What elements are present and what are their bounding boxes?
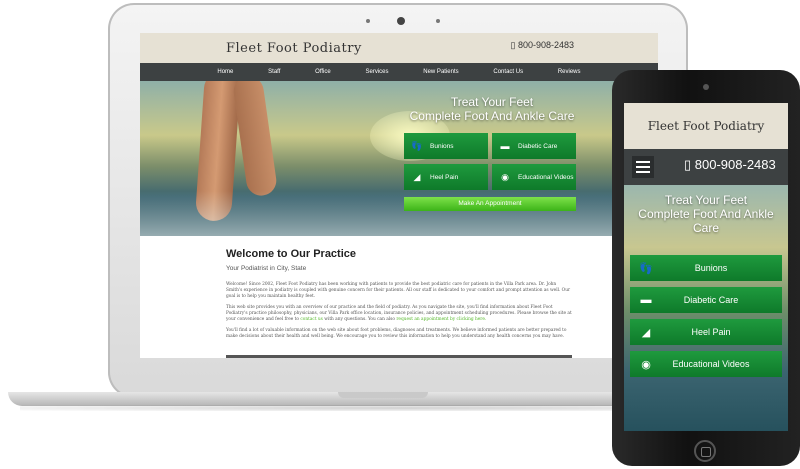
welcome-title: Welcome to Our Practice bbox=[226, 248, 357, 260]
info-paragraph: You'll find a lot of valuable informatio… bbox=[226, 328, 567, 339]
mobile-hero: Treat Your Feet Complete Foot And Ankle … bbox=[624, 185, 788, 431]
shoe-icon: ▬ bbox=[640, 294, 652, 306]
hero-title-line1: Treat Your Feet bbox=[450, 95, 534, 109]
main-nav: Home Staff Office Services New Patients … bbox=[140, 63, 658, 81]
service-label: Diabetic Care bbox=[683, 295, 739, 305]
mobile-hero-title-line1: Treat Your Feet bbox=[664, 193, 748, 207]
mobile-phone-number: 800-908-2483 bbox=[694, 157, 776, 172]
request-appointment-link[interactable]: request an appointment by clicking here. bbox=[396, 317, 486, 322]
service-button-diabetic-care[interactable]: ▬ Diabetic Care bbox=[492, 133, 576, 159]
welcome-subtitle: Your Podiatrist in City, State bbox=[226, 265, 307, 272]
service-label: Heel Pain bbox=[430, 173, 459, 181]
mobile-service-bunions[interactable]: 👣 Bunions bbox=[630, 255, 782, 281]
hero-title: Treat Your Feet Complete Foot And Ankle … bbox=[402, 95, 582, 123]
make-appointment-button[interactable]: Make An Appointment bbox=[404, 197, 576, 211]
phone-camera bbox=[703, 84, 709, 90]
main-content: Welcome to Our Practice Your Podiatrist … bbox=[140, 236, 658, 357]
hamburger-menu-icon[interactable] bbox=[632, 156, 654, 178]
service-label: Bunions bbox=[430, 142, 454, 150]
nav-office[interactable]: Office bbox=[315, 69, 331, 75]
phone-screen: Fleet Foot Podiatry ▯ 800-908-2483 Treat… bbox=[624, 103, 788, 431]
nav-new-patients[interactable]: New Patients bbox=[423, 69, 458, 75]
service-label: Bunions bbox=[694, 263, 728, 273]
overview-text: with any questions. You can also bbox=[324, 317, 395, 322]
site-header: Fleet Foot Podiatry ▯ 800-908-2483 bbox=[140, 33, 658, 63]
heel-icon: ◢ bbox=[641, 326, 651, 339]
overview-paragraph: This web site provides you with an overv… bbox=[226, 305, 572, 323]
laptop-notch bbox=[338, 392, 428, 398]
mobile-service-educational-videos[interactable]: ◉ Educational Videos bbox=[630, 351, 782, 377]
content-divider bbox=[226, 355, 572, 358]
nav-contact-us[interactable]: Contact Us bbox=[493, 69, 523, 75]
service-label: Heel Pain bbox=[691, 327, 731, 337]
header-phone-number: 800-908-2483 bbox=[517, 40, 574, 50]
phone-home-button[interactable] bbox=[694, 440, 716, 462]
mobile-hero-title: Treat Your Feet Complete Foot And Ankle … bbox=[624, 193, 788, 235]
intro-paragraph: Welcome! Since 2002, Fleet Foot Podiatry… bbox=[226, 282, 571, 299]
foot-icon: 👣 bbox=[411, 140, 423, 151]
mobile-phone[interactable]: ▯ 800-908-2483 bbox=[684, 157, 776, 173]
video-icon: ◉ bbox=[501, 171, 509, 182]
site-brand[interactable]: Fleet Foot Podiatry bbox=[226, 41, 362, 56]
service-label: Diabetic Care bbox=[518, 142, 558, 150]
laptop-camera bbox=[397, 17, 405, 25]
phone-icon: ▯ bbox=[684, 157, 692, 172]
service-label: Educational Videos bbox=[518, 173, 574, 181]
laptop-sensor bbox=[366, 19, 370, 23]
hero-water bbox=[140, 191, 658, 236]
phone-frame: Fleet Foot Podiatry ▯ 800-908-2483 Treat… bbox=[612, 70, 800, 466]
shoe-icon: ▬ bbox=[500, 141, 510, 151]
hero-banner: Treat Your Feet Complete Foot And Ankle … bbox=[140, 81, 658, 236]
nav-staff[interactable]: Staff bbox=[268, 69, 280, 75]
phone-icon: ▯ bbox=[510, 40, 516, 50]
mobile-service-heel-pain[interactable]: ◢ Heel Pain bbox=[630, 319, 782, 345]
video-icon: ◉ bbox=[641, 358, 651, 371]
heel-icon: ◢ bbox=[413, 171, 421, 182]
service-button-heel-pain[interactable]: ◢ Heel Pain bbox=[404, 164, 488, 190]
service-button-educational-videos[interactable]: ◉ Educational Videos bbox=[492, 164, 576, 190]
header-phone[interactable]: ▯ 800-908-2483 bbox=[510, 40, 574, 51]
hero-leg-image bbox=[231, 81, 279, 198]
nav-home[interactable]: Home bbox=[217, 69, 233, 75]
mobile-service-diabetic-care[interactable]: ▬ Diabetic Care bbox=[630, 287, 782, 313]
mobile-brand[interactable]: Fleet Foot Podiatry bbox=[648, 119, 765, 133]
nav-services[interactable]: Services bbox=[365, 69, 388, 75]
foot-icon: 👣 bbox=[639, 262, 653, 275]
laptop-screen: Fleet Foot Podiatry ▯ 800-908-2483 Home … bbox=[140, 33, 658, 358]
service-button-bunions[interactable]: 👣 Bunions bbox=[404, 133, 488, 159]
nav-reviews[interactable]: Reviews bbox=[558, 69, 581, 75]
hero-title-line2: Complete Foot And Ankle Care bbox=[409, 109, 575, 123]
contact-us-link[interactable]: contact us bbox=[300, 317, 323, 322]
laptop-sensor bbox=[436, 19, 440, 23]
mobile-header: Fleet Foot Podiatry bbox=[624, 103, 788, 149]
mobile-nav: ▯ 800-908-2483 bbox=[624, 149, 788, 185]
service-label: Educational Videos bbox=[672, 359, 750, 369]
mobile-hero-title-line2: Complete Foot And Ankle Care bbox=[638, 207, 774, 235]
